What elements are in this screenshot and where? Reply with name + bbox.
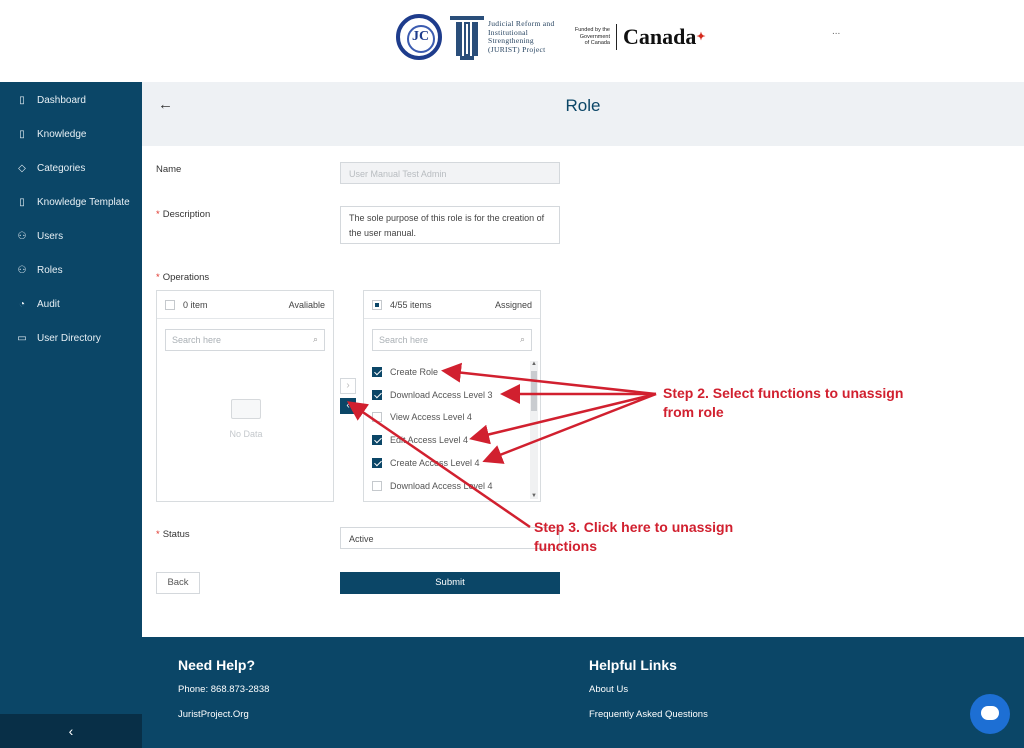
about-link[interactable]: About Us	[589, 684, 628, 695]
step-2-annotation: Step 2. Select functions to unassign fro…	[663, 385, 904, 420]
footer: Need Help? Phone: 868.873-2838 JuristPro…	[142, 637, 1024, 748]
annotation-arrows	[346, 362, 657, 529]
step-3-annotation: Step 3. Click here to unassign functions	[534, 519, 734, 554]
site-link[interactable]: JuristProject.Org	[178, 709, 249, 720]
links-title: Helpful Links	[589, 657, 677, 673]
phone-text: Phone: 868.873-2838	[178, 684, 270, 695]
help-title: Need Help?	[178, 657, 256, 673]
chat-icon[interactable]	[970, 694, 1010, 734]
faq-link[interactable]: Frequently Asked Questions	[589, 709, 708, 720]
